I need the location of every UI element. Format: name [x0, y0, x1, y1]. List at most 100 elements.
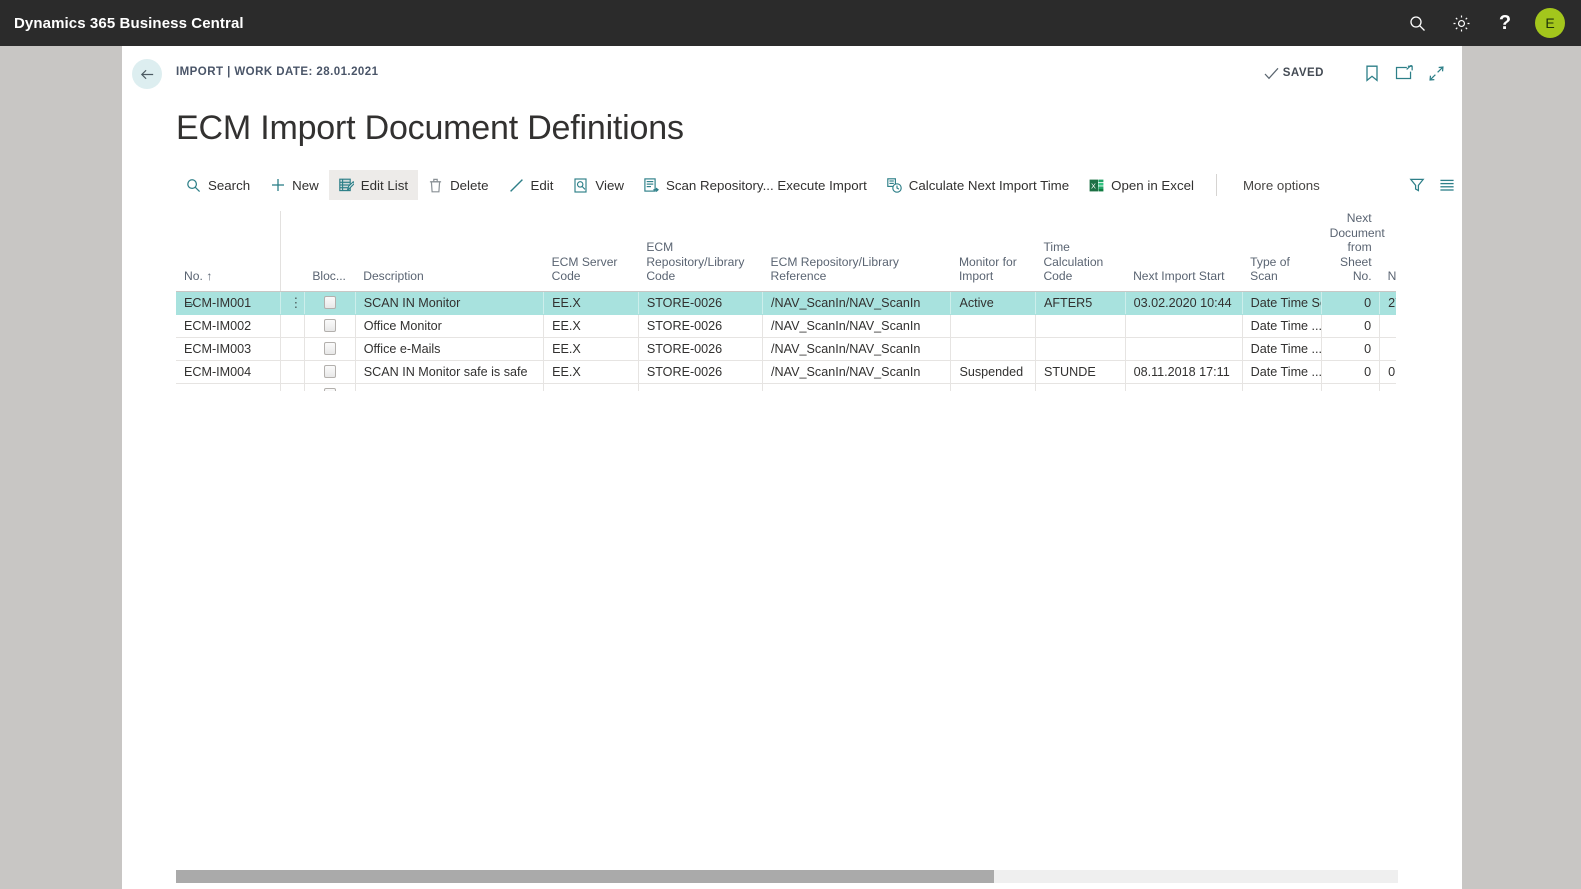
toolbar-open-in-excel-button[interactable]: X Open in Excel: [1079, 170, 1204, 200]
toolbar-edit-button[interactable]: Edit: [499, 170, 564, 200]
filter-funnel-icon[interactable]: [1402, 170, 1432, 200]
blocked-checkbox[interactable]: [324, 319, 336, 332]
cell-next-document-from-sheet-no[interactable]: 0: [1322, 337, 1380, 360]
cell-no[interactable]: ECM-IM002: [176, 314, 281, 337]
cell-server-code[interactable]: EE.X: [544, 360, 639, 383]
cell-next-import-start[interactable]: 08.11.2018 17:11: [1125, 360, 1242, 383]
toolbar-delete-button[interactable]: Delete: [418, 170, 498, 200]
cell-next-import-start[interactable]: 03.02.2020 10:44: [1125, 291, 1242, 314]
cell-next-import-start[interactable]: [1125, 383, 1242, 391]
cell-no[interactable]: [176, 383, 281, 391]
cell-blocked-checkbox[interactable]: [304, 291, 355, 314]
cell-blocked-checkbox[interactable]: [304, 383, 355, 391]
blocked-checkbox[interactable]: [324, 296, 336, 309]
cell-server-code[interactable]: EE.X: [544, 337, 639, 360]
horizontal-scrollbar[interactable]: [176, 870, 1398, 883]
cell-repo-ref[interactable]: /NAV_ScanIn/NAV_ScanIn: [763, 337, 951, 360]
col-header-repo-code[interactable]: ECM Repository/Library Code: [638, 211, 762, 291]
toolbar-more-options-button[interactable]: More options: [1229, 170, 1334, 200]
toolbar-calculate-next-import-time-button[interactable]: Calculate Next Import Time: [877, 170, 1079, 200]
cell-description[interactable]: Office Monitor: [355, 314, 543, 337]
cell-description[interactable]: SCAN IN Monitor safe is safe: [355, 360, 543, 383]
toolbar-view-button[interactable]: View: [563, 170, 634, 200]
cell-repo-code[interactable]: STORE-0026: [638, 337, 762, 360]
cell-next-from[interactable]: [1380, 383, 1396, 391]
cell-no[interactable]: →ECM-IM001: [176, 291, 281, 314]
toolbar-new-button[interactable]: New: [260, 170, 329, 200]
cell-next-from[interactable]: [1380, 337, 1396, 360]
cell-description[interactable]: [355, 383, 543, 391]
col-header-monitor[interactable]: Monitor for Import: [951, 211, 1036, 291]
bookmark-icon[interactable]: [1358, 60, 1386, 86]
col-header-blocked[interactable]: Bloc...: [304, 211, 355, 291]
cell-time-calculation-code[interactable]: [1035, 337, 1125, 360]
cell-next-document-from-sheet-no[interactable]: 0: [1322, 314, 1380, 337]
cell-type-of-scan[interactable]: [1242, 383, 1321, 391]
cell-description[interactable]: SCAN IN Monitor: [355, 291, 543, 314]
cell-repo-code[interactable]: STORE-0026: [638, 360, 762, 383]
cell-next-from[interactable]: 27.: [1380, 291, 1396, 314]
settings-gear-icon[interactable]: [1439, 0, 1483, 46]
row-menu-button[interactable]: ⋮: [281, 291, 304, 314]
cell-time-calculation-code[interactable]: [1035, 383, 1125, 391]
cell-repo-ref[interactable]: /NAV_ScanIn/NAV_ScanIn: [763, 314, 951, 337]
cell-no[interactable]: ECM-IM003: [176, 337, 281, 360]
cell-monitor-for-import[interactable]: [951, 314, 1036, 337]
cell-server-code[interactable]: EE.X: [544, 291, 639, 314]
cell-type-of-scan[interactable]: Date Time ...: [1242, 360, 1321, 383]
list-options-icon[interactable]: [1432, 170, 1462, 200]
cell-monitor-for-import[interactable]: Active: [951, 291, 1036, 314]
col-header-description[interactable]: Description: [355, 211, 543, 291]
blocked-checkbox[interactable]: [324, 388, 336, 391]
cell-time-calculation-code[interactable]: [1035, 314, 1125, 337]
table-row[interactable]: ECM-IM002 Office MonitorEE.XSTORE-0026/NA…: [176, 314, 1396, 337]
col-header-server-code[interactable]: ECM Server Code: [544, 211, 639, 291]
toolbar-scan-repository-button[interactable]: Scan Repository... Execute Import: [634, 170, 877, 200]
cell-blocked-checkbox[interactable]: [304, 360, 355, 383]
cell-next-document-from-sheet-no[interactable]: 0: [1322, 291, 1380, 314]
row-menu-button[interactable]: [281, 314, 304, 337]
col-header-scan-type[interactable]: Type of Scan: [1242, 211, 1321, 291]
col-header-next-doc-sheet[interactable]: Next Document from Sheet No.: [1322, 211, 1380, 291]
row-menu-button[interactable]: [281, 360, 304, 383]
table-row[interactable]: ECM-IM004 SCAN IN Monitor safe is safeEE.…: [176, 360, 1396, 383]
cell-server-code[interactable]: EE.X: [544, 314, 639, 337]
cell-next-document-from-sheet-no[interactable]: [1322, 383, 1380, 391]
cell-repo-ref[interactable]: /NAV_ScanIn/NAV_ScanIn: [763, 291, 951, 314]
back-arrow-icon[interactable]: [132, 59, 162, 89]
cell-repo-code[interactable]: STORE-0026: [638, 291, 762, 314]
data-grid-scroll-region[interactable]: No. ↑ Bloc... Description ECM Server Cod…: [176, 211, 1396, 391]
cell-blocked-checkbox[interactable]: [304, 337, 355, 360]
cell-type-of-scan[interactable]: Date Time ...: [1242, 314, 1321, 337]
cell-repo-ref[interactable]: [763, 383, 951, 391]
cell-time-calculation-code[interactable]: AFTER5: [1035, 291, 1125, 314]
cell-monitor-for-import[interactable]: Suspended: [951, 360, 1036, 383]
cell-monitor-for-import[interactable]: [951, 337, 1036, 360]
collapse-icon[interactable]: [1422, 60, 1450, 86]
cell-repo-code[interactable]: [638, 383, 762, 391]
cell-next-import-start[interactable]: [1125, 337, 1242, 360]
table-row[interactable]: [176, 383, 1396, 391]
cell-description[interactable]: Office e-Mails: [355, 337, 543, 360]
cell-monitor-for-import[interactable]: [951, 383, 1036, 391]
scrollbar-thumb[interactable]: [176, 870, 994, 883]
row-menu-button[interactable]: [281, 337, 304, 360]
col-header-next-from[interactable]: Ne... fro...: [1380, 211, 1396, 291]
cell-type-of-scan[interactable]: Date Time ...: [1242, 337, 1321, 360]
cell-repo-ref[interactable]: /NAV_ScanIn/NAV_ScanIn: [763, 360, 951, 383]
row-menu-button[interactable]: [281, 383, 304, 391]
cell-next-from[interactable]: 01.: [1380, 360, 1396, 383]
cell-time-calculation-code[interactable]: STUNDE: [1035, 360, 1125, 383]
cell-blocked-checkbox[interactable]: [304, 314, 355, 337]
cell-next-document-from-sheet-no[interactable]: 0: [1322, 360, 1380, 383]
col-header-no[interactable]: No. ↑: [176, 211, 281, 291]
toolbar-edit-list-button[interactable]: Edit List: [329, 170, 418, 200]
cell-no[interactable]: ECM-IM004: [176, 360, 281, 383]
blocked-checkbox[interactable]: [324, 342, 336, 355]
avatar[interactable]: E: [1535, 8, 1565, 38]
cell-next-from[interactable]: [1380, 314, 1396, 337]
cell-repo-code[interactable]: STORE-0026: [638, 314, 762, 337]
col-header-repo-ref[interactable]: ECM Repository/Library Reference: [763, 211, 951, 291]
col-header-next-start[interactable]: Next Import Start: [1125, 211, 1242, 291]
toolbar-search-button[interactable]: Search: [176, 170, 260, 200]
